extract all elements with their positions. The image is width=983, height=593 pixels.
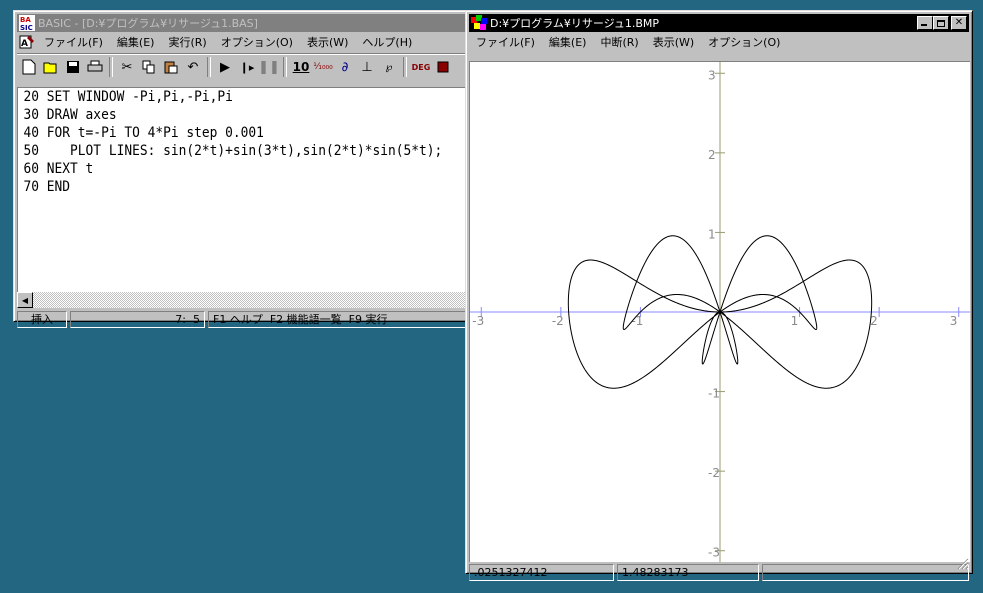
- x-tick-label: -3: [472, 314, 484, 328]
- svg-text:A: A: [21, 39, 28, 49]
- new-icon[interactable]: [19, 57, 39, 77]
- print-icon[interactable]: [85, 57, 105, 77]
- code-line[interactable]: 30 DRAW axes: [18, 106, 436, 124]
- basic-statusbar: 挿入 7: 5 F1 ヘルプ F2 機能語一覧 F9 実行: [17, 311, 472, 328]
- basic-window: BA SIC BASIC - [D:¥プログラム¥リサージュ1.BAS] A フ…: [13, 10, 473, 328]
- book-icon[interactable]: [433, 57, 453, 77]
- paste-icon[interactable]: [161, 57, 181, 77]
- thousand-icon[interactable]: ⅟₁₀₀₀: [313, 57, 333, 77]
- menu-view[interactable]: 表示(W): [646, 34, 701, 50]
- menu-run[interactable]: 実行(R): [161, 34, 213, 50]
- status-position: 7: 5: [70, 311, 205, 328]
- image-app-icon: [471, 15, 487, 30]
- fig-icon[interactable]: ℘: [379, 57, 399, 77]
- bmp-window: D:¥プログラム¥リサージュ1.BMP ✕ ファイル(F) 編集(E) 中断(R…: [465, 10, 973, 581]
- rule-icon[interactable]: ⊥: [357, 57, 377, 77]
- menu-options[interactable]: オプション(O): [214, 34, 300, 50]
- menu-file[interactable]: ファイル(F): [37, 34, 110, 50]
- menu-view[interactable]: 表示(W): [300, 34, 355, 50]
- bmp-title: D:¥プログラム¥リサージュ1.BMP: [490, 17, 660, 30]
- deg-icon[interactable]: DEG: [411, 57, 431, 77]
- menu-edit[interactable]: 編集(E): [110, 34, 162, 50]
- bmp-menubar: ファイル(F) 編集(E) 中断(R) 表示(W) オプション(O): [469, 33, 969, 51]
- toolbar-separator: [207, 57, 211, 77]
- undo-icon[interactable]: ↶: [183, 57, 203, 77]
- y-tick-label: 1: [708, 227, 716, 241]
- basic-title: BASIC - [D:¥プログラム¥リサージュ1.BAS]: [38, 17, 258, 30]
- status-hints: F1 ヘルプ F2 機能語一覧 F9 実行: [208, 311, 472, 328]
- status-extra: [762, 564, 969, 581]
- open-icon[interactable]: [41, 57, 61, 77]
- x-tick-label: -2: [552, 314, 564, 328]
- code-line[interactable]: 40 FOR t=-Pi TO 4*Pi step 0.001: [18, 124, 436, 142]
- menu-options[interactable]: オプション(O): [701, 34, 787, 50]
- step-icon[interactable]: ❙▸: [237, 57, 257, 77]
- basic-menubar: A ファイル(F) 編集(E) 実行(R) オプション(O) 表示(W) ヘルプ…: [17, 33, 469, 51]
- svg-text:SIC: SIC: [20, 24, 33, 31]
- toolbar-separator: [283, 57, 287, 77]
- maximize-icon[interactable]: [933, 16, 949, 30]
- decimal-icon[interactable]: 10: [291, 57, 311, 77]
- y-tick-label: -2: [708, 466, 720, 480]
- minimize-icon[interactable]: [917, 16, 933, 30]
- y-tick-label: 3: [708, 68, 716, 82]
- code-line[interactable]: 20 SET WINDOW -Pi,Pi,-Pi,Pi: [18, 88, 436, 106]
- basic-titlebar[interactable]: BA SIC BASIC - [D:¥プログラム¥リサージュ1.BAS]: [17, 14, 469, 32]
- graphics-canvas[interactable]: -3 -2 -1 1 2 3 3 2 1 -1 -2 -3: [469, 61, 970, 562]
- copy-icon[interactable]: [139, 57, 159, 77]
- x-tick-label: 3: [950, 314, 958, 328]
- pause-icon[interactable]: ❚❚: [258, 57, 280, 77]
- cut-icon[interactable]: ✂: [117, 57, 137, 77]
- y-tick-label: -3: [708, 546, 720, 560]
- menu-interrupt[interactable]: 中断(R): [593, 34, 645, 50]
- bmp-statusbar: .0251327412 1.48283173: [469, 564, 969, 581]
- code-editor[interactable]: 20 SET WINDOW -Pi,Pi,-Pi,Pi 30 DRAW axes 4…: [17, 87, 472, 293]
- menu-file[interactable]: ファイル(F): [469, 34, 542, 50]
- x-tick-label: 1: [791, 314, 799, 328]
- horizontal-scrollbar[interactable]: ◀: [17, 292, 472, 308]
- save-icon[interactable]: [63, 57, 83, 77]
- basic-toolbar: ✂ ↶ ▶ ❙▸ ❚❚ 10 ⅟₁₀₀₀ ∂ ⊥ ℘ DEG: [17, 53, 472, 80]
- code-line[interactable]: 70 END: [18, 178, 436, 196]
- svg-text:BA: BA: [20, 16, 31, 24]
- basic-app-icon: BA SIC: [19, 15, 35, 31]
- status-mode: 挿入: [17, 311, 67, 328]
- toolbar-separator: [403, 57, 407, 77]
- menu-help[interactable]: ヘルプ(H): [355, 34, 419, 50]
- y-tick-label: 2: [708, 148, 716, 162]
- document-icon[interactable]: A: [19, 34, 35, 50]
- status-x-coordinate: .0251327412: [469, 564, 614, 581]
- bmp-titlebar[interactable]: D:¥プログラム¥リサージュ1.BMP ✕: [469, 14, 969, 32]
- close-icon[interactable]: ✕: [951, 16, 967, 30]
- code-line[interactable]: 60 NEXT t: [18, 160, 436, 178]
- lissajous-plot: -3 -2 -1 1 2 3321-1-2-3: [470, 62, 970, 562]
- code-line[interactable]: 50 PLOT LINES: sin(2*t)+sin(3*t),sin(2*t…: [18, 142, 443, 160]
- run-icon[interactable]: ▶: [215, 57, 235, 77]
- resize-grip-icon[interactable]: [957, 558, 969, 570]
- y-tick-label: -1: [708, 387, 720, 401]
- scroll-left-icon[interactable]: ◀: [17, 292, 33, 308]
- window-controls: ✕: [917, 16, 967, 30]
- menu-edit[interactable]: 編集(E): [542, 34, 594, 50]
- x-tick-label: -1: [631, 314, 643, 328]
- toolbar-separator: [109, 57, 113, 77]
- status-y-coordinate: 1.48283173: [617, 564, 759, 581]
- format-icon[interactable]: ∂: [335, 57, 355, 77]
